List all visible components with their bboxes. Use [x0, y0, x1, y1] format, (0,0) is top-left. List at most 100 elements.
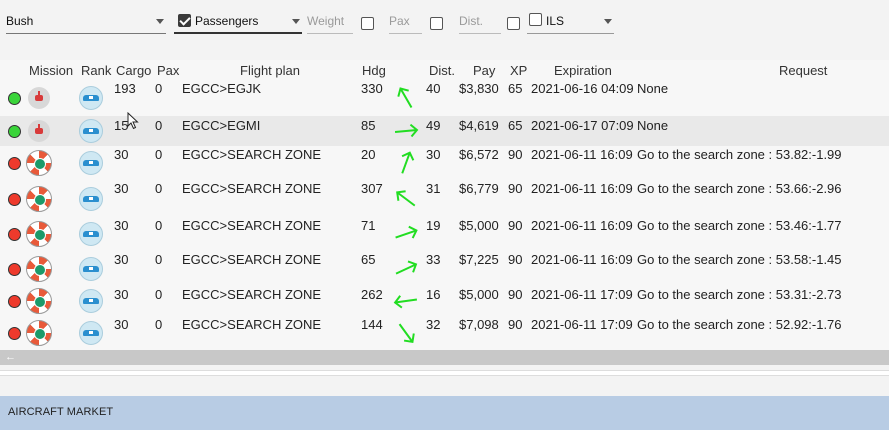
- cell-dist: 49: [426, 118, 441, 133]
- cell-cargo: 30: [114, 181, 129, 196]
- cell-exp: 2021-06-17 07:09: [531, 118, 634, 133]
- cell-xp: 90: [508, 147, 523, 162]
- cell-xp: 90: [508, 317, 523, 332]
- column-header-request[interactable]: Request: [779, 63, 827, 78]
- ils-checkbox[interactable]: [529, 13, 542, 26]
- column-header-xp[interactable]: XP: [510, 63, 527, 78]
- status-dot-icon: [8, 192, 21, 206]
- column-header-pax[interactable]: Pax: [157, 63, 179, 78]
- rank-badge-icon: [79, 86, 103, 110]
- cell-plan: EGCC>SEARCH ZONE: [182, 287, 322, 302]
- status-dot-icon: [8, 157, 21, 170]
- cell-xp: 65: [508, 81, 523, 96]
- table-row[interactable]: 30 0 EGCC>SEARCH ZONE 65 33 $7,225 90 2021-06-1…: [0, 251, 889, 286]
- cell-hdg: 65: [361, 252, 376, 267]
- table-row[interactable]: 30 0 EGCC>SEARCH ZONE 144 32 $7,098 90 2021-06-…: [0, 316, 889, 350]
- cell-hdg: 144: [361, 317, 383, 332]
- column-header-cargo[interactable]: Cargo: [116, 63, 151, 78]
- cell-pay: $6,572: [459, 147, 499, 162]
- heading-arrow-icon: [401, 151, 415, 174]
- cell-xp: 90: [508, 287, 523, 302]
- cell-pax: 0: [155, 147, 163, 162]
- passengers-select[interactable]: Passengers: [174, 10, 302, 34]
- rank-badge-icon: [79, 151, 103, 175]
- cell-plan: EGCC>EGMI: [182, 118, 261, 133]
- cell-pay: $4,619: [459, 118, 499, 133]
- table-row[interactable]: 193 0 EGCC>EGJK 330 40 $3,830 65 2021-06-16 04:…: [0, 80, 889, 116]
- column-header-hdg[interactable]: Hdg: [362, 63, 386, 78]
- table-row[interactable]: 30 0 EGCC>SEARCH ZONE 307 31 $6,779 90 2021-06-…: [0, 180, 889, 217]
- cell-plan: EGCC>SEARCH ZONE: [182, 252, 322, 267]
- aircraft-select[interactable]: Bush: [6, 10, 166, 34]
- pax-placeholder: Pax: [389, 14, 410, 28]
- cell-dist: 31: [426, 181, 441, 196]
- cell-cargo: 30: [114, 252, 129, 267]
- cell-hdg: 71: [361, 218, 376, 233]
- heading-arrow-icon: [395, 260, 418, 275]
- heading-arrow-icon: [397, 87, 413, 109]
- column-header-pay[interactable]: Pay: [473, 63, 495, 78]
- cell-hdg: 85: [361, 118, 376, 133]
- table-row[interactable]: 30 0 EGCC>SEARCH ZONE 20 30 $6,572 90 2021-06-1…: [0, 146, 889, 180]
- ils-label: ILS: [546, 14, 565, 28]
- rank-badge-icon: [79, 256, 103, 281]
- cell-pax: 0: [155, 287, 163, 302]
- weight-input[interactable]: Weight: [307, 10, 353, 34]
- status-dot-icon: [8, 125, 21, 138]
- dist-placeholder: Dist.: [459, 14, 483, 28]
- cell-xp: 90: [508, 181, 523, 196]
- rank-badge-icon: [79, 119, 103, 143]
- column-header-dist[interactable]: Dist.: [429, 63, 455, 78]
- weight-checkbox[interactable]: [361, 17, 374, 30]
- aircraft-select-value: Bush: [6, 14, 34, 28]
- lifering-icon: [26, 320, 52, 346]
- table-row[interactable]: 30 0 EGCC>SEARCH ZONE 262 16 $5,000 90 2021-06-…: [0, 286, 889, 316]
- heading-arrow-icon: [393, 295, 418, 309]
- column-header-expiration[interactable]: Expiration: [554, 63, 612, 78]
- passengers-checkbox[interactable]: [178, 14, 191, 27]
- cell-exp: 2021-06-11 16:09: [531, 181, 633, 196]
- aircraft-market-header[interactable]: AIRCRAFT MARKET: [0, 396, 889, 430]
- cell-cargo: 30: [114, 317, 129, 332]
- chevron-down-icon: [156, 19, 164, 24]
- heading-arrow-icon: [395, 225, 418, 239]
- dist-checkbox[interactable]: [507, 17, 520, 30]
- lifering-icon: [26, 150, 52, 176]
- column-header-rank[interactable]: Rank: [81, 63, 111, 78]
- cell-plan: EGCC>SEARCH ZONE: [182, 317, 322, 332]
- lifering-icon: [26, 185, 52, 212]
- section-divider: [0, 370, 889, 376]
- weight-placeholder: Weight: [307, 14, 345, 28]
- cell-request: Go to the search zone : 53.66:-2.96: [637, 181, 842, 196]
- cell-cargo: 193: [114, 81, 136, 96]
- cell-dist: 16: [426, 287, 441, 302]
- rank-badge-icon: [79, 289, 103, 313]
- cell-hdg: 307: [361, 181, 383, 196]
- column-header-mission[interactable]: Mission: [29, 63, 73, 78]
- aircraft-market-label: AIRCRAFT MARKET: [8, 406, 114, 418]
- table-row[interactable]: 30 0 EGCC>SEARCH ZONE 71 19 $5,000 90 2021-06-1…: [0, 217, 889, 251]
- filter-bar: Bush Passengers Weight Pax Dist. ILS: [0, 0, 889, 48]
- cell-pay: $5,000: [459, 287, 499, 302]
- horizontal-scrollbar[interactable]: ←: [0, 350, 889, 365]
- status-dot-icon: [8, 228, 21, 241]
- ils-select[interactable]: ILS: [527, 10, 614, 34]
- cell-request: Go to the search zone : 52.92:-1.76: [637, 317, 842, 332]
- scroll-left-arrow-icon[interactable]: ←: [5, 351, 16, 363]
- cell-cargo: 30: [114, 218, 129, 233]
- chevron-down-icon: [604, 19, 612, 24]
- column-header-flight-plan[interactable]: Flight plan: [240, 63, 300, 78]
- cell-pax: 0: [155, 252, 163, 267]
- plane-icon: [28, 120, 50, 142]
- cell-request: Go to the search zone : 53.46:-1.77: [637, 218, 842, 233]
- cell-dist: 30: [426, 147, 441, 162]
- dist-input[interactable]: Dist.: [459, 10, 501, 34]
- cell-plan: EGCC>SEARCH ZONE: [182, 181, 322, 196]
- cell-request: None: [637, 81, 669, 96]
- cell-dist: 19: [426, 218, 441, 233]
- cell-pax: 0: [155, 218, 163, 233]
- cell-pay: $6,779: [459, 181, 499, 196]
- pax-checkbox[interactable]: [430, 17, 443, 30]
- pax-input[interactable]: Pax: [389, 10, 422, 34]
- cell-request: Go to the search zone : 53.58:-1.45: [637, 252, 842, 267]
